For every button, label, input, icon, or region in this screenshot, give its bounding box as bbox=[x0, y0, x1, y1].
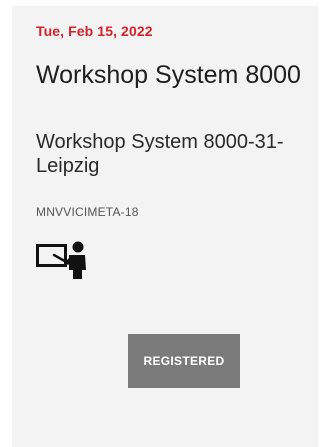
event-date: Tue, Feb 15, 2022 bbox=[36, 23, 153, 39]
presentation-teacher-icon bbox=[36, 241, 86, 279]
registered-status-button[interactable]: REGISTERED bbox=[128, 334, 240, 388]
event-code: MNVVICIMETA-18 bbox=[36, 205, 139, 219]
event-card: Tue, Feb 15, 2022 Workshop System 8000 W… bbox=[12, 6, 318, 447]
event-subtitle: Workshop System 8000-31-Leipzig bbox=[36, 131, 284, 177]
event-title: Workshop System 8000 bbox=[36, 61, 301, 89]
